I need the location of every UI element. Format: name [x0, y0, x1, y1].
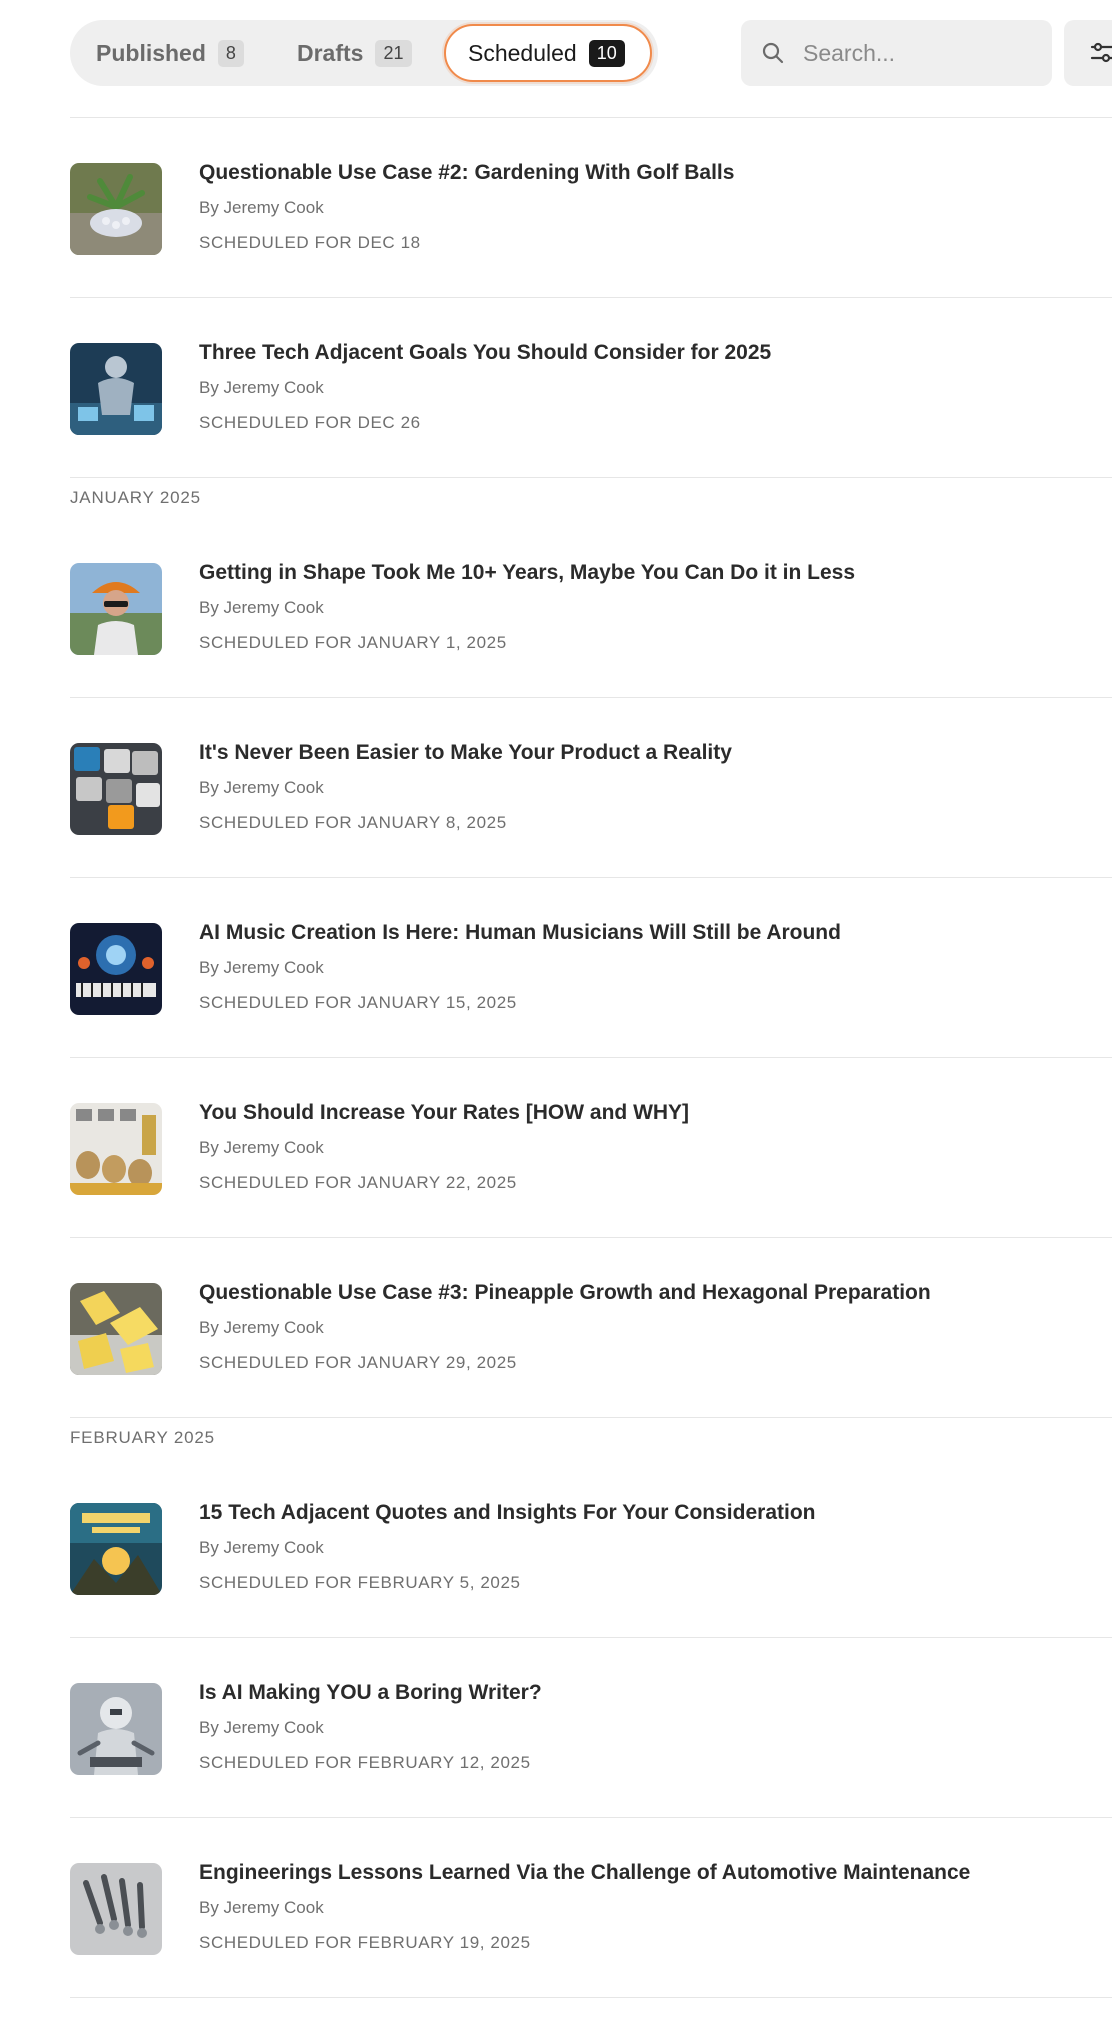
- tab-scheduled-count: 10: [588, 39, 625, 67]
- post-item[interactable]: Is AI Making YOU a Boring Writer? By Jer…: [70, 1638, 1112, 1818]
- tab-published-count: 8: [217, 39, 244, 67]
- month-header: JANUARY 2025: [70, 488, 201, 507]
- post-author: By Jeremy Cook: [199, 1538, 324, 1557]
- search-input[interactable]: [801, 20, 1045, 86]
- post-schedule: SCHEDULED FOR DEC 26: [199, 413, 421, 432]
- post-item[interactable]: AI Music Creation Is Here: Human Musicia…: [70, 878, 1112, 1058]
- post-author: By Jeremy Cook: [199, 958, 324, 977]
- tab-drafts-label: Drafts: [297, 39, 364, 66]
- post-item[interactable]: Three Tech Adjacent Goals You Should Con…: [70, 298, 1112, 478]
- post-thumbnail: [70, 1683, 162, 1775]
- post-title: Is AI Making YOU a Boring Writer?: [199, 1681, 542, 1704]
- post-item[interactable]: You Should Increase Your Rates [HOW and …: [70, 1058, 1112, 1238]
- post-author: By Jeremy Cook: [199, 198, 324, 217]
- post-item[interactable]: 15 Tech Adjacent Quotes and Insights For…: [70, 1458, 1112, 1638]
- filter-button[interactable]: [1064, 20, 1112, 86]
- post-author: By Jeremy Cook: [199, 1138, 324, 1157]
- post-title: It's Never Been Easier to Make Your Prod…: [199, 741, 732, 764]
- post-title: Three Tech Adjacent Goals You Should Con…: [199, 341, 772, 364]
- search-icon: [762, 42, 784, 64]
- post-schedule: SCHEDULED FOR FEBRUARY 19, 2025: [199, 1933, 531, 1952]
- tab-scheduled-label: Scheduled: [468, 39, 577, 66]
- post-item[interactable]: Questionable Use Case #2: Gardening With…: [70, 118, 1112, 298]
- post-thumbnail: [70, 743, 162, 835]
- post-author: By Jeremy Cook: [199, 1318, 324, 1337]
- post-schedule: SCHEDULED FOR FEBRUARY 12, 2025: [199, 1753, 531, 1772]
- post-title: You Should Increase Your Rates [HOW and …: [199, 1101, 690, 1124]
- post-thumbnail: [70, 1503, 162, 1595]
- search-box: [741, 20, 1052, 86]
- post-author: By Jeremy Cook: [199, 598, 324, 617]
- post-item[interactable]: Questionable Use Case #3: Pineapple Grow…: [70, 1238, 1112, 1418]
- tab-published-label: Published: [96, 39, 206, 66]
- post-title: Getting in Shape Took Me 10+ Years, Mayb…: [199, 561, 856, 584]
- top-bar: Published 8 Drafts 21 Scheduled 10: [70, 20, 1112, 86]
- post-schedule: SCHEDULED FOR FEBRUARY 5, 2025: [199, 1573, 521, 1592]
- post-thumbnail: [70, 1283, 162, 1375]
- post-thumbnail: [70, 563, 162, 655]
- post-item[interactable]: Engineerings Lessons Learned Via the Cha…: [70, 1818, 1112, 1998]
- post-item[interactable]: Getting in Shape Took Me 10+ Years, Mayb…: [70, 518, 1112, 698]
- tab-published[interactable]: Published 8: [96, 24, 244, 82]
- post-author: By Jeremy Cook: [199, 1718, 324, 1737]
- post-schedule: SCHEDULED FOR JANUARY 8, 2025: [199, 813, 507, 832]
- post-title: 15 Tech Adjacent Quotes and Insights For…: [199, 1501, 816, 1524]
- post-schedule: SCHEDULED FOR DEC 18: [199, 233, 421, 252]
- filter-sliders-icon: [1090, 42, 1112, 63]
- tab-drafts[interactable]: Drafts 21: [297, 24, 412, 82]
- post-author: By Jeremy Cook: [199, 378, 324, 397]
- scheduled-post-list: Questionable Use Case #2: Gardening With…: [70, 117, 1112, 1998]
- post-thumbnail: [70, 923, 162, 1015]
- tab-drafts-count: 21: [375, 39, 412, 67]
- post-title: Questionable Use Case #2: Gardening With…: [199, 161, 735, 184]
- post-author: By Jeremy Cook: [199, 778, 324, 797]
- month-header: FEBRUARY 2025: [70, 1428, 215, 1447]
- post-title: AI Music Creation Is Here: Human Musicia…: [199, 921, 841, 944]
- post-schedule: SCHEDULED FOR JANUARY 15, 2025: [199, 993, 517, 1012]
- post-schedule: SCHEDULED FOR JANUARY 1, 2025: [199, 633, 507, 652]
- post-schedule: SCHEDULED FOR JANUARY 22, 2025: [199, 1173, 517, 1192]
- post-thumbnail: [70, 1103, 162, 1195]
- status-tabs: Published 8 Drafts 21 Scheduled 10: [70, 20, 658, 86]
- post-thumbnail: [70, 1863, 162, 1955]
- post-schedule: SCHEDULED FOR JANUARY 29, 2025: [199, 1353, 517, 1372]
- post-item[interactable]: It's Never Been Easier to Make Your Prod…: [70, 698, 1112, 878]
- post-title: Questionable Use Case #3: Pineapple Grow…: [199, 1281, 931, 1304]
- post-thumbnail: [70, 343, 162, 435]
- post-thumbnail: [70, 163, 162, 255]
- tab-scheduled[interactable]: Scheduled 10: [444, 24, 652, 82]
- post-title: Engineerings Lessons Learned Via the Cha…: [199, 1861, 971, 1884]
- post-author: By Jeremy Cook: [199, 1898, 324, 1917]
